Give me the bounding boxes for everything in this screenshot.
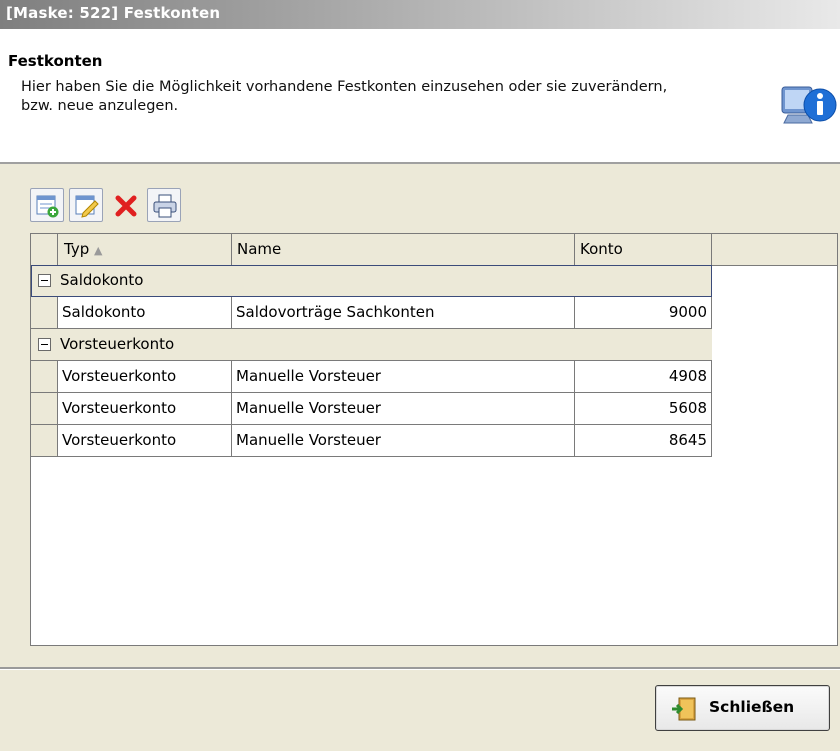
cell-konto[interactable]: 8645	[575, 425, 712, 457]
edit-button[interactable]	[69, 188, 103, 222]
cell-name[interactable]: Manuelle Vorsteuer	[232, 425, 575, 457]
add-record-icon	[36, 195, 59, 218]
cell-typ[interactable]: Saldokonto	[58, 297, 232, 329]
column-header-name[interactable]: Name	[232, 234, 575, 265]
window-titlebar: [Maske: 522] Festkonten	[0, 0, 840, 29]
cell-name[interactable]: Manuelle Vorsteuer	[232, 361, 575, 393]
add-button[interactable]	[30, 188, 64, 222]
collapse-icon[interactable]	[38, 274, 51, 287]
header-indent	[31, 234, 58, 265]
footer-divider	[0, 667, 840, 670]
cell-konto[interactable]: 9000	[575, 297, 712, 329]
grid-header: Typ ▲ Name Konto	[31, 234, 837, 266]
page-description: Hier haben Sie die Möglichkeit vorhanden…	[21, 79, 668, 114]
cell-typ[interactable]: Vorsteuerkonto	[58, 361, 232, 393]
column-header-konto[interactable]: Konto	[575, 234, 712, 265]
page-title: Festkonten	[8, 52, 103, 70]
cell-name[interactable]: Saldovorträge Sachkonten	[232, 297, 575, 329]
delete-button[interactable]	[108, 188, 142, 222]
print-button[interactable]	[147, 188, 181, 222]
group-row-vorsteuerkonto[interactable]: Vorsteuerkonto	[31, 329, 712, 361]
cell-name[interactable]: Manuelle Vorsteuer	[232, 393, 575, 425]
window-title: [Maske: 522] Festkonten	[6, 4, 221, 22]
edit-record-icon	[75, 195, 99, 218]
column-header-typ[interactable]: Typ ▲	[58, 234, 232, 265]
delete-icon	[115, 195, 137, 217]
group-row-saldokonto[interactable]: Saldokonto	[31, 265, 712, 297]
group-label: Saldokonto	[60, 271, 144, 289]
cell-typ[interactable]: Vorsteuerkonto	[58, 393, 232, 425]
cell-konto[interactable]: 4908	[575, 361, 712, 393]
header-panel: Festkonten Hier haben Sie die Möglichkei…	[0, 29, 840, 164]
close-button-label: Schließen	[709, 698, 795, 716]
collapse-icon[interactable]	[38, 338, 51, 351]
print-icon	[153, 194, 177, 218]
group-label: Vorsteuerkonto	[60, 335, 175, 353]
cell-typ[interactable]: Vorsteuerkonto	[58, 425, 232, 457]
exit-door-icon	[671, 697, 697, 725]
sort-ascending-icon: ▲	[94, 244, 103, 257]
accounts-grid[interactable]: Typ ▲ Name Konto Saldokonto Saldokonto S…	[30, 233, 838, 646]
cell-konto[interactable]: 5608	[575, 393, 712, 425]
close-button[interactable]: Schließen	[655, 685, 830, 731]
info-computer-icon	[780, 77, 840, 137]
